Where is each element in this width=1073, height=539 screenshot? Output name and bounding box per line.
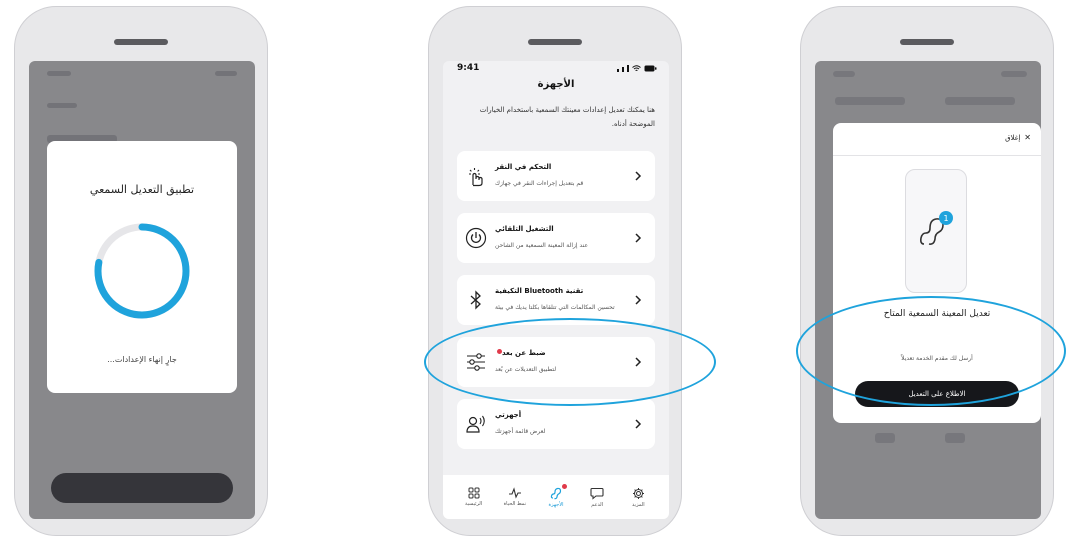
tab-support[interactable]: الدعم [580,487,614,508]
phone-screen-2: 9:41 الأجهزة هنا يمكنك تعديل إعدادات معي… [443,61,669,519]
phone-screen-3: ✕ إغلاق 1 تعديل المعينة السمعية المتاح أ… [815,61,1041,519]
tab-label: الدعم [591,501,604,508]
chat-bubble-icon [590,487,604,500]
status-text: جارٍ إنهاء الإعدادات... [107,355,177,364]
progress-dialog: تطبيق التعديل السمعي جارٍ إنهاء الإعدادا… [47,141,237,393]
tab-more[interactable]: المزيد [621,487,655,508]
card-auto-on[interactable]: التشغيل التلقائي عند إزالة المعينة السمع… [457,213,655,263]
phone-screen-1: تطبيق التعديل السمعي جارٍ إنهاء الإعدادا… [29,61,255,519]
chevron-right-icon [635,419,642,429]
power-icon [465,227,487,249]
notification-dot [561,484,567,489]
tab-label: الأجهزة [548,502,564,508]
grid-icon [468,487,480,499]
bottom-tab-bar: الرئيسية نمط الحياة الأجهزة الدعم المزيد [443,475,669,519]
tab-devices[interactable]: الأجهزة [539,484,573,508]
phone-illustration: 1 [905,169,967,293]
user-sound-icon [466,415,485,433]
card-title: أجهزتي [495,411,522,419]
tab-home[interactable]: الرئيسية [457,487,491,507]
status-time: 9:41 [457,63,480,73]
progress-ring [94,223,190,319]
tab-label: المزيد [632,501,645,508]
card-description: عند إزالة المعينة السمعية من الشاحن [495,242,589,249]
card-description: تحسين المكالمات التي تتلقاها بكلتا يديك … [495,304,615,311]
tab-label: الرئيسية [464,501,483,507]
phone-frame-3: ✕ إغلاق 1 تعديل المعينة السمعية المتاح أ… [800,6,1054,536]
card-title: التشغيل التلقائي [495,225,554,233]
badge-count: 1 [943,214,948,223]
chevron-right-icon [635,233,642,243]
hearing-aid-icon: 1 [920,211,953,245]
page-title: الأجهزة [537,79,575,90]
close-button[interactable]: ✕ إغلاق [1005,133,1031,142]
card-description: قم بتعديل إجراءات النقر في جهازك [495,180,584,187]
card-tap-control[interactable]: التحكم في النقر قم بتعديل إجراءات النقر … [457,151,655,201]
phone-frame-2: 9:41 الأجهزة هنا يمكنك تعديل إعدادات معي… [428,6,682,536]
page-description: هنا يمكنك تعديل إعدادات معينتك السمعية ب… [479,106,655,128]
phone-notch [528,39,582,45]
chevron-right-icon [635,295,642,305]
tab-lifestyle[interactable]: نمط الحياة [498,487,532,507]
bluetooth-icon [470,290,481,310]
phone-notch [114,39,168,45]
signal-wifi-battery-icon [617,65,657,72]
tab-label: نمط الحياة [503,501,526,507]
dialog-title: تطبيق التعديل السمعي [89,183,195,196]
gear-icon [632,487,644,499]
phone-frame-1: تطبيق التعديل السمعي جارٍ إنهاء الإعدادا… [14,6,268,536]
card-description: لعرض قائمة أجهزتك [495,428,546,435]
highlight-ellipse [796,296,1066,406]
divider [833,155,1041,156]
battery-icon [644,65,657,72]
close-label: إغلاق [1005,133,1021,142]
hearing-aid-icon [550,487,562,500]
phone-notch [900,39,954,45]
card-title: التحكم في النقر [495,163,552,171]
wifi-icon [632,65,641,72]
card-title: تقنية Bluetooth التكيفية [495,287,584,295]
tap-hand-icon [469,168,483,187]
card-my-devices[interactable]: أجهزتي لعرض قائمة أجهزتك [457,399,655,449]
chevron-right-icon [635,171,642,181]
status-bar: 9:41 [443,61,669,77]
highlight-ellipse [424,318,716,406]
close-icon: ✕ [1024,133,1031,142]
pulse-icon [508,487,521,499]
